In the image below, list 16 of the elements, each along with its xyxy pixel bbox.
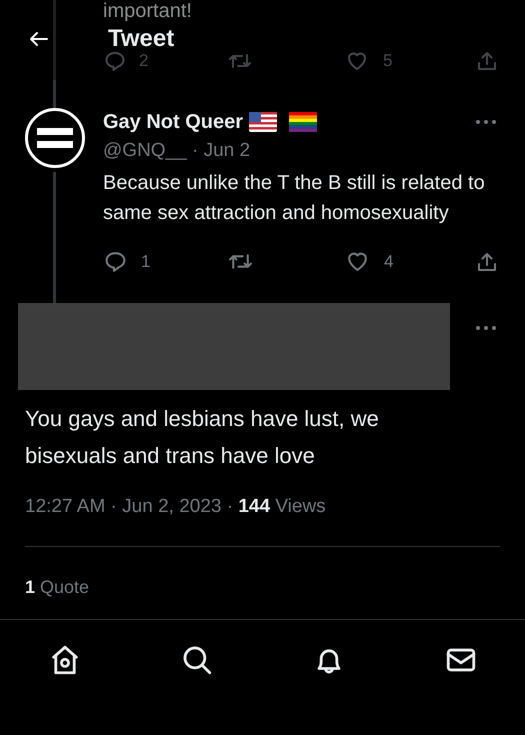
like-count: 4 [384, 251, 394, 273]
rainbow-flag-icon [289, 112, 318, 132]
avatar[interactable] [25, 108, 85, 168]
like-count: 5 [383, 50, 392, 72]
author-name: Gay Not Queer [103, 110, 244, 134]
us-flag-icon [249, 112, 278, 132]
reply-count: 1 [141, 251, 150, 273]
more-options-icon[interactable] [475, 119, 497, 125]
more-options-icon[interactable] [475, 324, 497, 330]
speech-bubble-icon[interactable] [103, 249, 128, 274]
quote-count-link[interactable]: 1 Quote [25, 574, 525, 598]
tweet-timestamp-views: 12:27 AM · Jun 2, 2023 · 144 Views [25, 494, 327, 518]
tweet-text: Because unlike the T the B still is related to same sex attraction and homosexuality [103, 171, 486, 226]
tweet-text: important! [103, 0, 192, 24]
author-handle: @GNQ__ · Jun 2 [103, 139, 252, 163]
tweet-text: You gays and lesbians have lust, we bisexuals and trans have love [25, 404, 380, 470]
